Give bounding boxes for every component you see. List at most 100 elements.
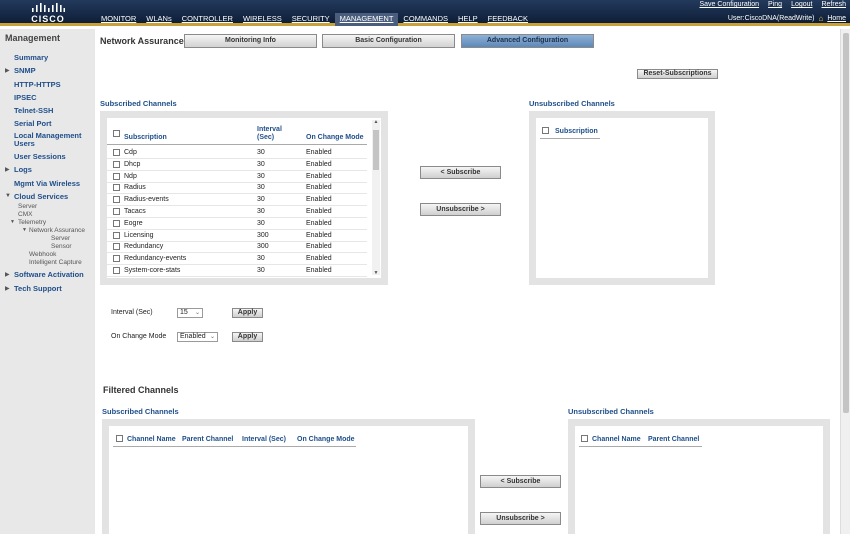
collapse-icon[interactable]: ▼	[5, 193, 11, 199]
sidebar-item-user-sessions[interactable]: User Sessions	[14, 153, 66, 161]
refresh-link[interactable]: Refresh	[821, 1, 846, 8]
table-row[interactable]: Redundancy 300 Enabled	[107, 241, 367, 254]
collapse-icon[interactable]: ▼	[10, 219, 15, 225]
sidebar-subitem-telemetry[interactable]: Telemetry	[18, 219, 46, 226]
column-channel-name[interactable]: Channel Name	[127, 436, 176, 444]
table-row[interactable]: Eogre 30 Enabled	[107, 218, 367, 230]
nav-wireless[interactable]: WIRELESS	[238, 13, 287, 26]
column-parent-channel[interactable]: Parent Channel	[182, 436, 233, 444]
sidebar-item-summary[interactable]: Summary	[14, 54, 48, 62]
on-change-mode-select[interactable]: Enabled ⌄	[177, 332, 218, 342]
sidebar-item-telnet-ssh[interactable]: Telnet-SSH	[14, 107, 53, 115]
row-checkbox[interactable]	[113, 149, 120, 156]
page-scroll-thumb[interactable]	[843, 33, 849, 413]
row-checkbox[interactable]	[113, 255, 120, 263]
expand-icon[interactable]: ▶	[5, 271, 10, 278]
nav-controller[interactable]: CONTROLLER	[177, 13, 238, 26]
table-row[interactable]: Radius-events 30 Enabled	[107, 194, 367, 207]
column-subscription[interactable]: Subscription	[124, 134, 167, 142]
sidebar-item-mgmt-via-wireless[interactable]: Mgmt Via Wireless	[14, 180, 80, 188]
sidebar-subitem-webhook[interactable]: Webhook	[29, 251, 56, 258]
nav-commands[interactable]: COMMANDS	[398, 13, 453, 26]
unsubscribe-button[interactable]: Unsubscribe >	[420, 203, 501, 216]
nav-wlans[interactable]: WLANs	[141, 13, 176, 26]
sidebar-subitem-server[interactable]: Server	[18, 203, 37, 210]
scroll-thumb[interactable]	[373, 130, 379, 170]
tab-advanced-configuration[interactable]: Advanced Configuration	[461, 34, 594, 48]
table-row[interactable]: Tacacs 30 Enabled	[107, 206, 367, 218]
table-row[interactable]: System-core-stats 30 Enabled	[107, 265, 367, 277]
filtered-unsubscribe-button[interactable]: Unsubscribe >	[480, 512, 561, 525]
select-all-checkbox[interactable]	[542, 127, 549, 134]
column-on-change-mode[interactable]: On Change Mode	[297, 436, 355, 444]
apply-on-change-button[interactable]: Apply	[232, 332, 263, 342]
sidebar-item-http-https[interactable]: HTTP-HTTPS	[14, 81, 61, 89]
subscription-interval: 30	[257, 219, 265, 227]
column-subscription[interactable]: Subscription	[555, 128, 598, 136]
tab-monitoring-info[interactable]: Monitoring Info	[184, 34, 317, 48]
filtered-unsubscribed-title: Unsubscribed Channels	[568, 407, 654, 416]
row-checkbox[interactable]	[113, 172, 120, 180]
sidebar-item-cloud-services[interactable]: Cloud Services	[14, 193, 68, 201]
reset-subscriptions-button[interactable]: Reset-Subscriptions	[637, 69, 718, 79]
row-checkbox[interactable]	[113, 267, 120, 274]
home-link[interactable]: Home	[827, 15, 846, 22]
row-checkbox[interactable]	[113, 243, 120, 251]
expand-icon[interactable]: ▶	[5, 166, 10, 173]
sidebar-item-local-management-users[interactable]: Local Management Users	[14, 132, 92, 148]
column-parent-channel[interactable]: Parent Channel	[648, 436, 699, 444]
table-row[interactable]: Licensing 300 Enabled	[107, 230, 367, 242]
tab-basic-configuration[interactable]: Basic Configuration	[322, 34, 455, 48]
interval-select[interactable]: 15 ⌄	[177, 308, 203, 318]
sidebar-item-ipsec[interactable]: IPSEC	[14, 94, 37, 102]
subscription-interval: 30	[257, 184, 265, 192]
ping-link[interactable]: Ping	[768, 1, 782, 8]
table-row[interactable]: Cdp 30 Enabled	[107, 147, 367, 159]
column-interval[interactable]: Interval (Sec)	[242, 436, 286, 444]
collapse-icon[interactable]: ▼	[22, 227, 27, 233]
row-checkbox[interactable]	[113, 231, 120, 239]
sidebar-item-snmp[interactable]: SNMP	[14, 67, 36, 75]
row-checkbox[interactable]	[113, 184, 120, 192]
select-all-checkbox[interactable]	[116, 435, 123, 442]
sidebar-subitem-na-server[interactable]: Server	[51, 235, 70, 242]
nav-security[interactable]: SECURITY	[287, 13, 335, 26]
sidebar-subitem-intelligent-capture[interactable]: Intelligent Capture	[29, 259, 82, 266]
row-checkbox[interactable]	[113, 219, 120, 227]
sidebar-subitem-network-assurance[interactable]: Network Assurance	[29, 227, 85, 234]
nav-monitor[interactable]: MONITOR	[96, 13, 141, 26]
column-channel-name[interactable]: Channel Name	[592, 436, 641, 444]
nav-help[interactable]: HELP	[453, 13, 483, 26]
expand-icon[interactable]: ▶	[5, 285, 10, 292]
sidebar-item-tech-support[interactable]: Tech Support	[14, 285, 62, 293]
expand-icon[interactable]: ▶	[5, 67, 10, 74]
scroll-up-icon[interactable]: ▲	[372, 119, 380, 125]
column-interval[interactable]: Interval (Sec)	[257, 126, 291, 141]
table-row[interactable]: Dhcp 30 Enabled	[107, 159, 367, 171]
sidebar-subitem-na-sensor[interactable]: Sensor	[51, 243, 72, 250]
save-configuration-link[interactable]: Save Configuration	[700, 1, 760, 8]
sidebar-item-serial-port[interactable]: Serial Port	[14, 120, 52, 128]
subscribe-button[interactable]: < Subscribe	[420, 166, 501, 179]
filtered-subscribe-button[interactable]: < Subscribe	[480, 475, 561, 488]
table-row[interactable]: Redundancy-events 30 Enabled	[107, 253, 367, 266]
column-on-change-mode[interactable]: On Change Mode	[306, 134, 364, 142]
table-row[interactable]: Ndp 30 Enabled	[107, 171, 367, 183]
row-checkbox[interactable]	[113, 208, 120, 215]
row-checkbox[interactable]	[113, 196, 120, 204]
nav-management[interactable]: MANAGEMENT	[334, 13, 399, 26]
scrollbar[interactable]: ▲ ▼	[372, 119, 380, 276]
apply-interval-button[interactable]: Apply	[232, 308, 263, 318]
sidebar-subitem-cmx[interactable]: CMX	[18, 211, 32, 218]
page-scrollbar[interactable]	[840, 29, 850, 534]
logout-link[interactable]: Logout	[791, 1, 812, 8]
sidebar-item-software-activation[interactable]: Software Activation	[14, 271, 84, 279]
table-row[interactable]: Radius 30 Enabled	[107, 182, 367, 195]
sidebar-item-logs[interactable]: Logs	[14, 166, 32, 174]
scroll-down-icon[interactable]: ▼	[372, 270, 380, 276]
select-all-checkbox[interactable]	[113, 130, 120, 137]
row-checkbox[interactable]	[113, 160, 120, 168]
select-all-checkbox[interactable]	[581, 435, 588, 442]
home-icon[interactable]: ⌂	[818, 14, 823, 23]
nav-feedback[interactable]: FEEDBACK	[483, 13, 533, 26]
